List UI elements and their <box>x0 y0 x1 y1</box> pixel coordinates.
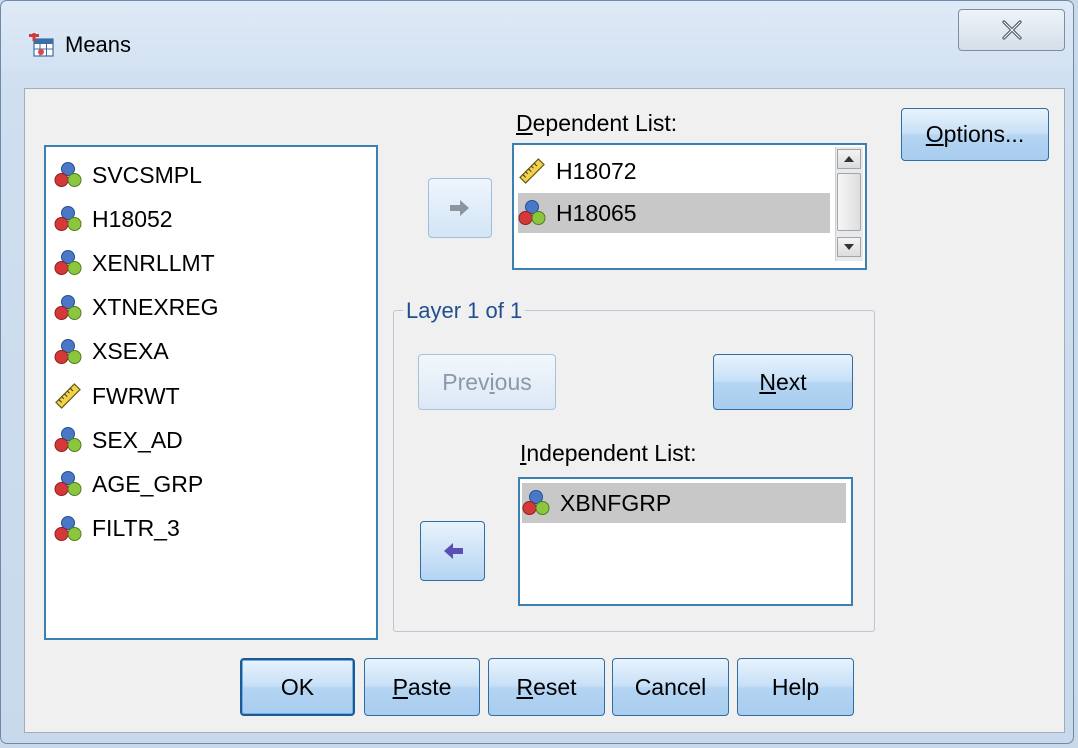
list-item-label: AGE_GRP <box>92 470 204 497</box>
list-item[interactable]: H18065 <box>518 193 830 233</box>
means-app-icon <box>29 33 54 57</box>
list-item[interactable]: XTNEXREG <box>54 288 364 328</box>
title-bar[interactable]: Means <box>1 1 1073 87</box>
cancel-button[interactable]: Cancel <box>612 658 729 716</box>
scroll-down-button[interactable] <box>837 237 861 257</box>
nominal-icon <box>54 161 82 189</box>
list-item-label: FWRWT <box>92 382 180 409</box>
nominal-icon <box>54 426 82 454</box>
list-item-label: XBNFGRP <box>560 489 672 516</box>
arrow-left-icon <box>443 543 463 559</box>
list-item-label: XTNEXREG <box>92 294 219 321</box>
triangle-up-icon <box>844 156 854 162</box>
reset-button[interactable]: Reset <box>488 658 605 716</box>
previous-button[interactable]: Prev i ous <box>418 354 556 410</box>
nominal-icon <box>54 294 82 322</box>
list-item-label: FILTR_3 <box>92 515 180 542</box>
scale-ruler-icon <box>518 157 546 185</box>
help-button[interactable]: Help <box>737 658 854 716</box>
dependent-list[interactable]: H18072 H18065 <box>512 143 867 270</box>
list-item[interactable]: SEX_AD <box>54 420 364 460</box>
list-item[interactable]: SVCSMPL <box>54 155 364 195</box>
list-item-label: XSEXA <box>92 338 169 365</box>
list-item[interactable]: XENRLLMT <box>54 243 364 283</box>
list-item-label: XENRLLMT <box>92 249 215 276</box>
layer-title: Layer 1 of 1 <box>403 298 526 324</box>
list-item[interactable]: FWRWT <box>54 376 364 416</box>
options-button[interactable]: Options... <box>901 108 1049 161</box>
scroll-thumb[interactable] <box>837 173 861 231</box>
list-item-label: SEX_AD <box>92 426 183 453</box>
close-icon <box>1001 20 1022 40</box>
list-item[interactable]: XSEXA <box>54 332 364 372</box>
list-item-label: H18052 <box>92 205 173 232</box>
nominal-icon <box>54 470 82 498</box>
nominal-icon <box>54 338 82 366</box>
list-item-label: SVCSMPL <box>92 161 202 188</box>
nominal-icon <box>518 199 546 227</box>
close-button[interactable] <box>958 9 1065 51</box>
list-item[interactable]: H18072 <box>518 151 830 191</box>
list-item[interactable]: H18052 <box>54 199 364 239</box>
scale-ruler-icon <box>54 382 82 410</box>
ok-button[interactable]: OK <box>240 658 355 716</box>
nominal-icon <box>54 515 82 543</box>
nominal-icon <box>54 249 82 277</box>
triangle-down-icon <box>844 244 854 250</box>
source-variable-list[interactable]: SVCSMPL H18052 XENRLLMT XTNEXREG XSEXA FWRWT S… <box>44 145 378 640</box>
scroll-up-button[interactable] <box>837 149 861 169</box>
nominal-icon <box>522 489 550 517</box>
move-to-independent-button[interactable] <box>420 521 485 581</box>
list-item[interactable]: FILTR_3 <box>54 509 364 549</box>
independent-list-label: Independent List: <box>520 440 697 466</box>
paste-button[interactable]: Paste <box>364 658 480 716</box>
list-item-label: H18065 <box>556 199 637 226</box>
dependent-list-scrollbar[interactable] <box>835 147 863 261</box>
list-item-label: H18072 <box>556 157 637 184</box>
dependent-list-label: Dependent List: <box>516 110 678 136</box>
move-to-dependent-button[interactable] <box>428 178 492 238</box>
nominal-icon <box>54 205 82 233</box>
next-button[interactable]: Next <box>713 354 853 410</box>
arrow-right-icon <box>450 200 469 216</box>
window-title: Means <box>65 32 132 57</box>
independent-list[interactable]: XBNFGRP <box>518 477 853 606</box>
list-item[interactable]: XBNFGRP <box>522 483 846 523</box>
list-item[interactable]: AGE_GRP <box>54 464 364 504</box>
